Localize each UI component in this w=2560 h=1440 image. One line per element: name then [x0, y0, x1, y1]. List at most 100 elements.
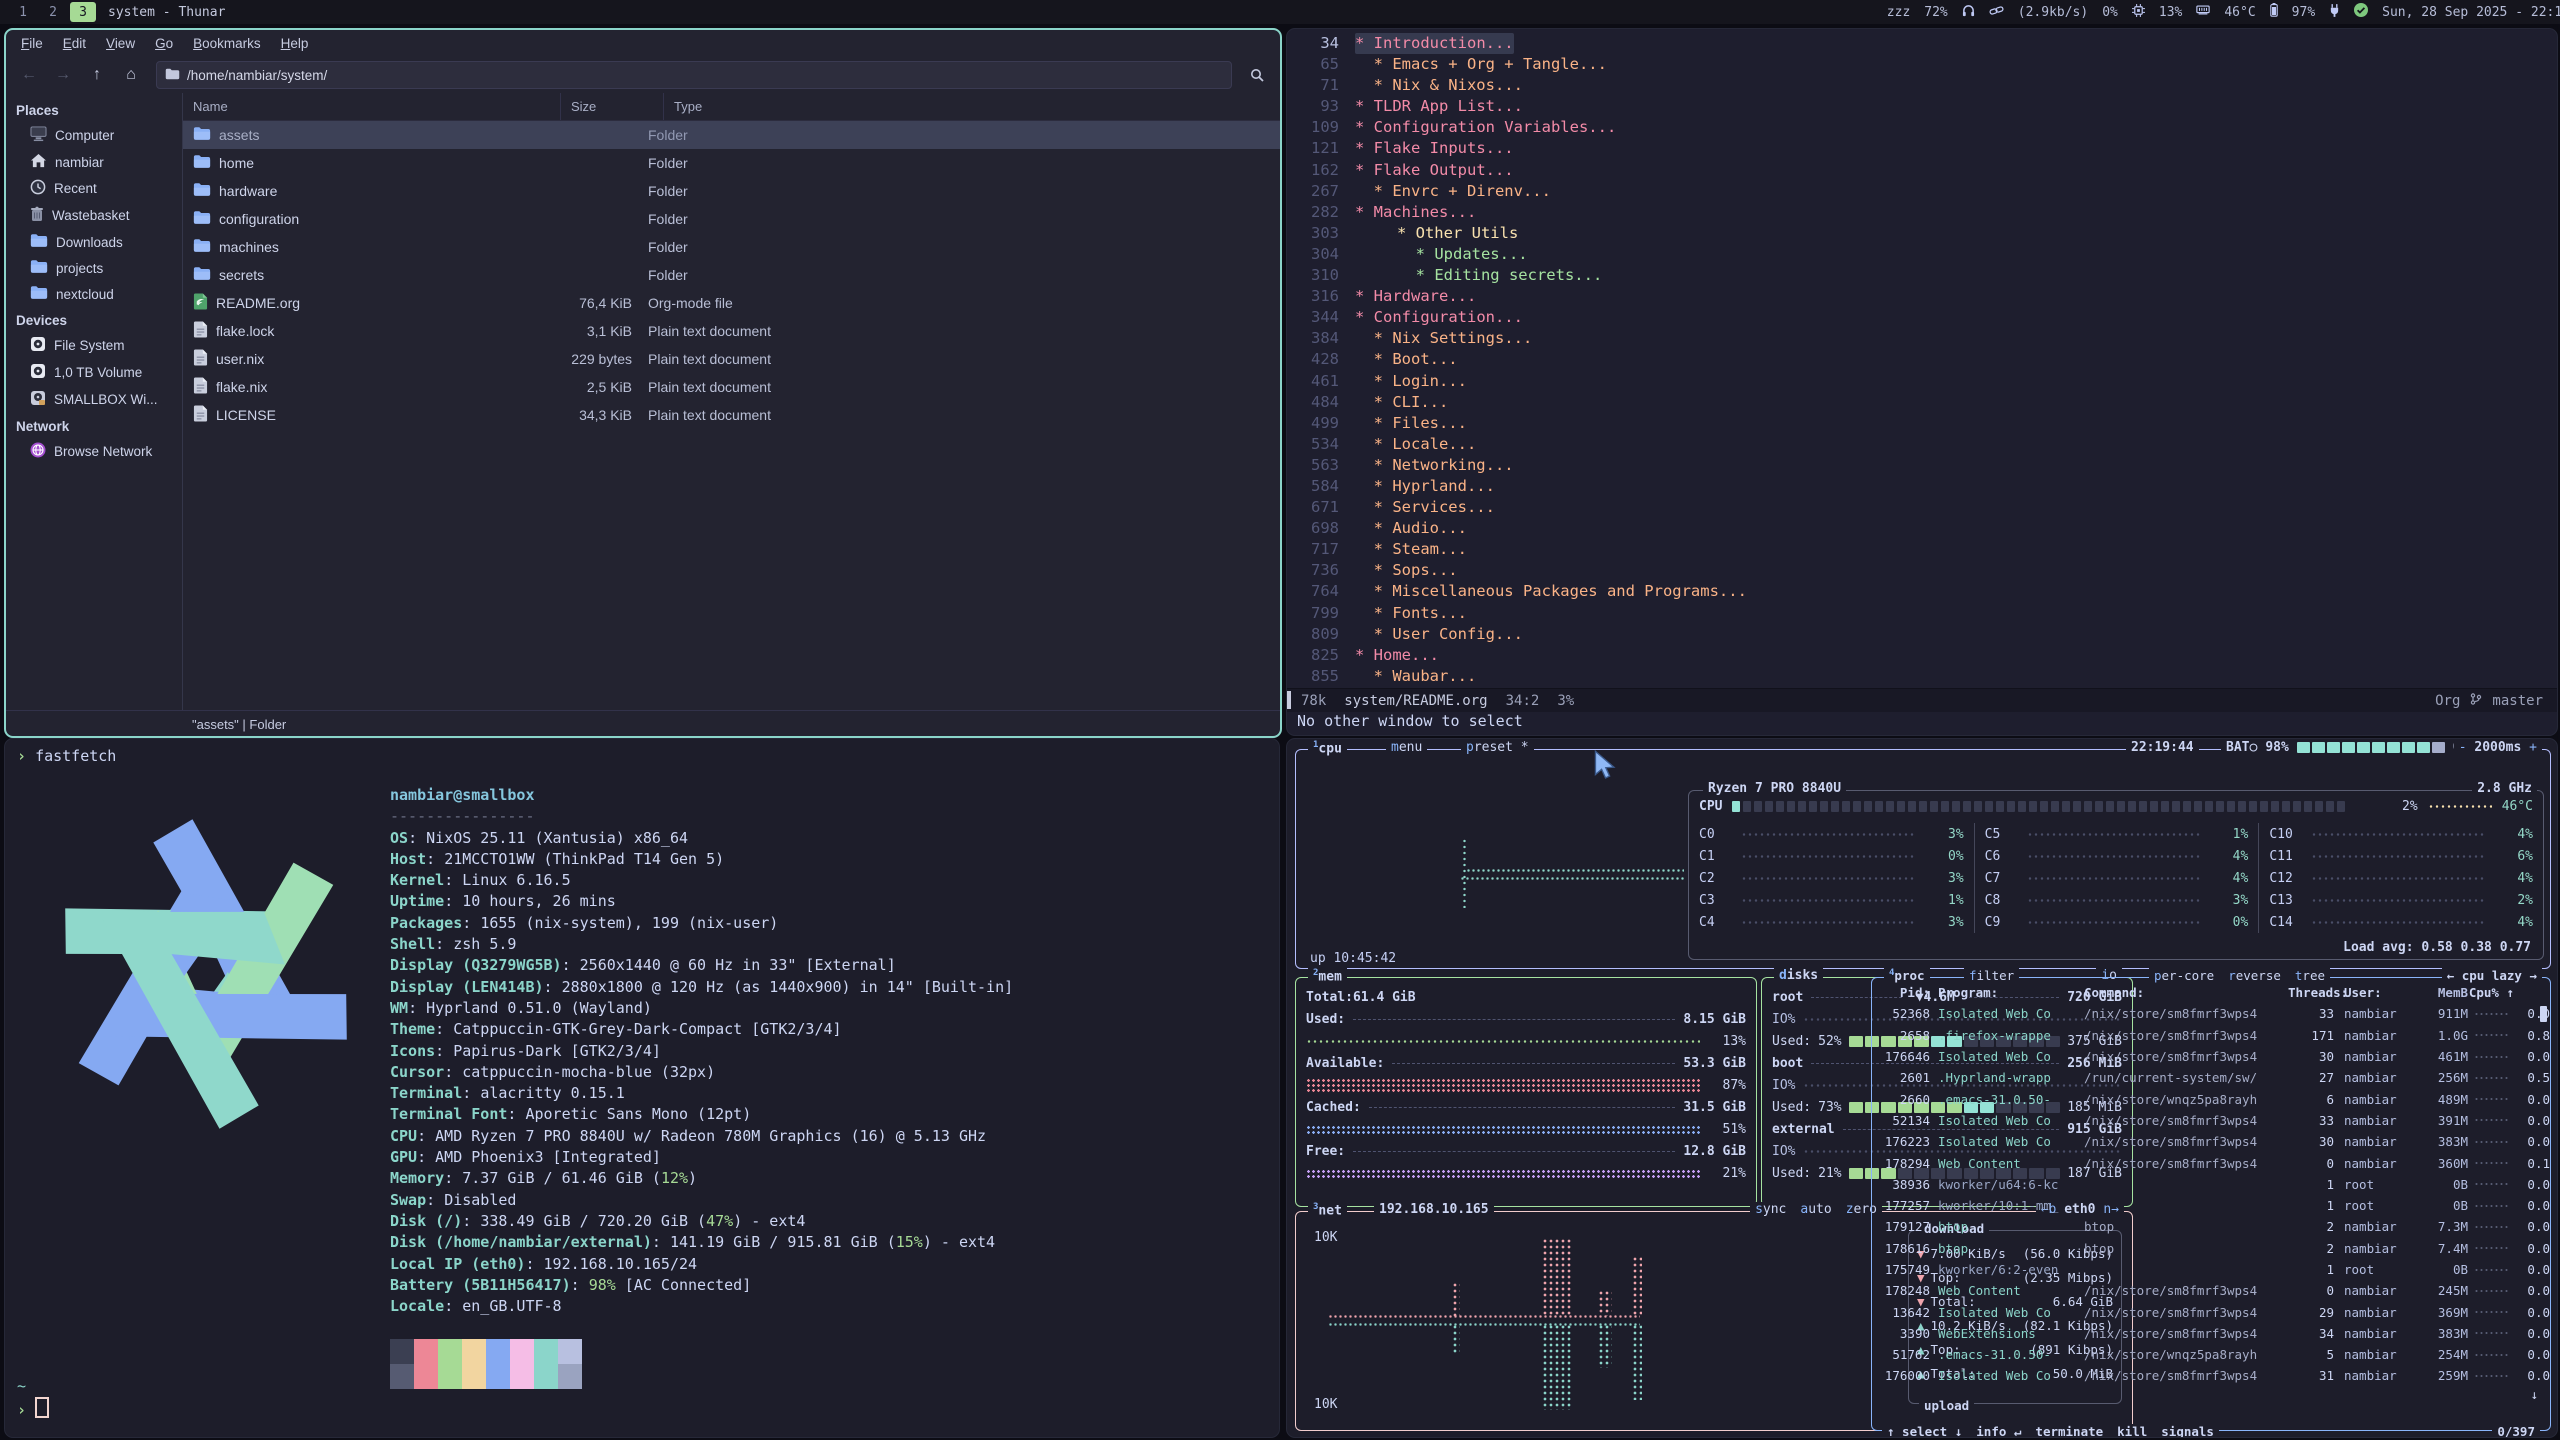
sidebar-item-file-system[interactable]: File System	[6, 332, 182, 359]
proc-row[interactable]: 176646Isolated Web Co/nix/store/sm8fmrf3…	[1872, 1046, 2550, 1067]
terminal-window[interactable]: › fastfetch nambiar@smallbox------------…	[4, 738, 1280, 1438]
menu-help[interactable]: Help	[272, 33, 318, 54]
proc-col-header[interactable]: Pid:	[1878, 985, 1938, 1000]
proc-row[interactable]: 3390WebExtensions/nix/store/sm8fmrf3wps4…	[1872, 1323, 2550, 1344]
net-button-auto[interactable]: auto	[1800, 1202, 1831, 1217]
cpu-meter-block	[2062, 801, 2070, 812]
sidebar-item-1-0-tb-volume[interactable]: 1,0 TB Volume	[6, 359, 182, 386]
proc-option-reverse[interactable]: reverse	[2228, 968, 2281, 983]
filter-button[interactable]: filter	[1964, 968, 2019, 983]
palette-swatch	[486, 1364, 510, 1389]
proc-col-header[interactable]: Threads:	[2288, 985, 2344, 1000]
sidebar-item-downloads[interactable]: Downloads	[6, 229, 182, 255]
proc-row[interactable]: 175749kworker/6:2-even1root0B0.0	[1872, 1259, 2550, 1280]
column-header-type[interactable]: Type	[664, 93, 1280, 120]
sidebar-item-recent[interactable]: Recent	[6, 175, 182, 202]
back-button[interactable]: ←	[14, 62, 44, 88]
leader-line	[1353, 1150, 1675, 1152]
proc-row[interactable]: 38936kworker/u64:6-kc1root0B0.0	[1872, 1174, 2550, 1195]
file-row-home[interactable]: homeFolder	[183, 149, 1280, 177]
path-bar[interactable]: /home/nambiar/system/	[156, 61, 1232, 89]
proc-row[interactable]: 179127btopbtop2nambiar7.3M0.0	[1872, 1216, 2550, 1237]
file-row-flake-lock[interactable]: flake.lock3,1 KiBPlain text document	[183, 317, 1280, 345]
proc-options[interactable]: per-core reverse tree	[2149, 968, 2330, 983]
proc-option-per-core[interactable]: per-core	[2154, 968, 2214, 983]
proc-col-header[interactable]: Cpu% ↑	[2468, 985, 2514, 1000]
disks-title[interactable]: disks	[1774, 968, 1823, 983]
proc-footer-signals[interactable]: signals	[2161, 1424, 2214, 1438]
proc-footer--select-[interactable]: ↑ select ↓	[1887, 1424, 1962, 1438]
net-tab[interactable]: 3net	[1308, 1202, 1347, 1218]
thunar-menubar: FileEditViewGoBookmarksHelp	[6, 30, 1280, 57]
sidebar-item-smallbox-wi-[interactable]: SMALLBOX Wi...	[6, 386, 182, 413]
proc-row[interactable]: 52134Isolated Web Co/nix/store/sm8fmrf3w…	[1872, 1110, 2550, 1131]
proc-row[interactable]: 176000Isolated Web Co/nix/store/sm8fmrf3…	[1872, 1365, 2550, 1386]
up-button[interactable]: ↑	[82, 62, 112, 88]
proc-row[interactable]: 178616btopbtop2nambiar7.4M0.0	[1872, 1238, 2550, 1259]
cpu-tab[interactable]: 1cpu	[1308, 740, 1347, 756]
menu-bookmarks[interactable]: Bookmarks	[184, 33, 270, 54]
file-row-configuration[interactable]: configurationFolder	[183, 205, 1280, 233]
file-row-machines[interactable]: machinesFolder	[183, 233, 1280, 261]
file-row-assets[interactable]: assetsFolder	[183, 121, 1280, 149]
column-header-size[interactable]: Size	[561, 93, 664, 120]
forward-button[interactable]: →	[48, 62, 78, 88]
proc-row[interactable]: 2660.emacs-31.0.50-/nix/store/wnqz5pa8ra…	[1872, 1088, 2550, 1109]
search-button[interactable]	[1242, 62, 1272, 88]
proc-header-row[interactable]: Pid:Program:Command:Threads:User:MemBCpu…	[1872, 982, 2550, 1003]
scroll-percent: 3%	[1557, 693, 1574, 709]
proc-row[interactable]: 2658.firefox-wrappe/nix/store/sm8fmrf3wp…	[1872, 1025, 2550, 1046]
file-row-license[interactable]: LICENSE34,3 KiBPlain text document	[183, 401, 1280, 429]
proc-col-header[interactable]: Program:	[1938, 985, 2084, 1000]
proc-footer-info-[interactable]: info ↵	[1976, 1424, 2021, 1438]
proc-scrollbar[interactable]	[2540, 1006, 2547, 1022]
sidebar-item-nambiar[interactable]: nambiar	[6, 149, 182, 175]
proc-option-tree[interactable]: tree	[2295, 968, 2325, 983]
proc-row[interactable]: 2601.Hyprland-wrapp/run/current-system/s…	[1872, 1067, 2550, 1088]
sidebar-item-nextcloud[interactable]: nextcloud	[6, 281, 182, 307]
mem-tab[interactable]: 2mem	[1308, 968, 1347, 984]
line-number: 484	[1287, 392, 1339, 413]
proc-col-header[interactable]: Command:	[2084, 985, 2288, 1000]
home-button[interactable]: ⌂	[116, 62, 146, 88]
file-row-hardware[interactable]: hardwareFolder	[183, 177, 1280, 205]
proc-tab[interactable]: 4proc	[1884, 968, 1930, 983]
sidebar-item-computer[interactable]: Computer	[6, 122, 182, 149]
sort-selector[interactable]: ← cpu lazy →	[2442, 968, 2542, 983]
sidebar-item-browse-network[interactable]: Browse Network	[6, 438, 182, 465]
proc-col-header[interactable]: MemB	[2418, 985, 2468, 1000]
menu-view[interactable]: View	[97, 33, 144, 54]
proc-row[interactable]: 177257kworker/10:1-mm_1root0B0.0	[1872, 1195, 2550, 1216]
file-row-flake-nix[interactable]: flake.nix2,5 KiBPlain text document	[183, 373, 1280, 401]
workspace-switcher[interactable]: 123	[10, 2, 96, 22]
file-row-user-nix[interactable]: user.nix229 bytesPlain text document	[183, 345, 1280, 373]
sidebar-item-wastebasket[interactable]: Wastebasket	[6, 202, 182, 229]
sidebar-item-projects[interactable]: projects	[6, 255, 182, 281]
workspace-2[interactable]: 2	[40, 2, 66, 22]
proc-col-header[interactable]: User:	[2344, 985, 2418, 1000]
proc-row[interactable]: 178248Web Content/nix/store/sm8fmrf3wps4…	[1872, 1280, 2550, 1301]
preset-button[interactable]: preset *	[1461, 740, 1534, 755]
workspace-1[interactable]: 1	[10, 2, 36, 22]
proc-footer-kill[interactable]: kill	[2117, 1424, 2147, 1438]
org-outline[interactable]: 34* Introduction...65* Emacs + Org + Tan…	[1287, 33, 2557, 689]
menu-edit[interactable]: Edit	[54, 33, 95, 54]
proc-footer[interactable]: ↑ select ↓ info ↵ terminate kill signals	[1882, 1424, 2219, 1438]
net-buttons[interactable]: syncautozero	[1750, 1202, 1882, 1217]
proc-row[interactable]: 176223Isolated Web Co/nix/store/sm8fmrf3…	[1872, 1131, 2550, 1152]
proc-row[interactable]: 13642Isolated Web Co/nix/store/sm8fmrf3w…	[1872, 1301, 2550, 1322]
proc-footer-terminate[interactable]: terminate	[2035, 1424, 2103, 1438]
disk-io-label: IO%	[1772, 1012, 1795, 1027]
workspace-3[interactable]: 3	[70, 2, 96, 22]
net-button-sync[interactable]: sync	[1755, 1202, 1786, 1217]
file-row-secrets[interactable]: secretsFolder	[183, 261, 1280, 289]
column-header-name[interactable]: Name	[183, 93, 561, 120]
file-row-readme-org[interactable]: README.org76,4 KiBOrg-mode file	[183, 289, 1280, 317]
menu-file[interactable]: File	[12, 33, 52, 54]
menu-button[interactable]: menu	[1386, 740, 1427, 755]
proc-row[interactable]: 178294Web Content/nix/store/sm8fmrf3wps4…	[1872, 1152, 2550, 1173]
menu-go[interactable]: Go	[146, 33, 182, 54]
update-interval[interactable]: - 2000ms +	[2454, 740, 2542, 755]
proc-row[interactable]: 52368Isolated Web Co/nix/store/sm8fmrf3w…	[1872, 1003, 2550, 1024]
proc-row[interactable]: 51762.emacs-31.0.50-/nix/store/wnqz5pa8r…	[1872, 1344, 2550, 1365]
